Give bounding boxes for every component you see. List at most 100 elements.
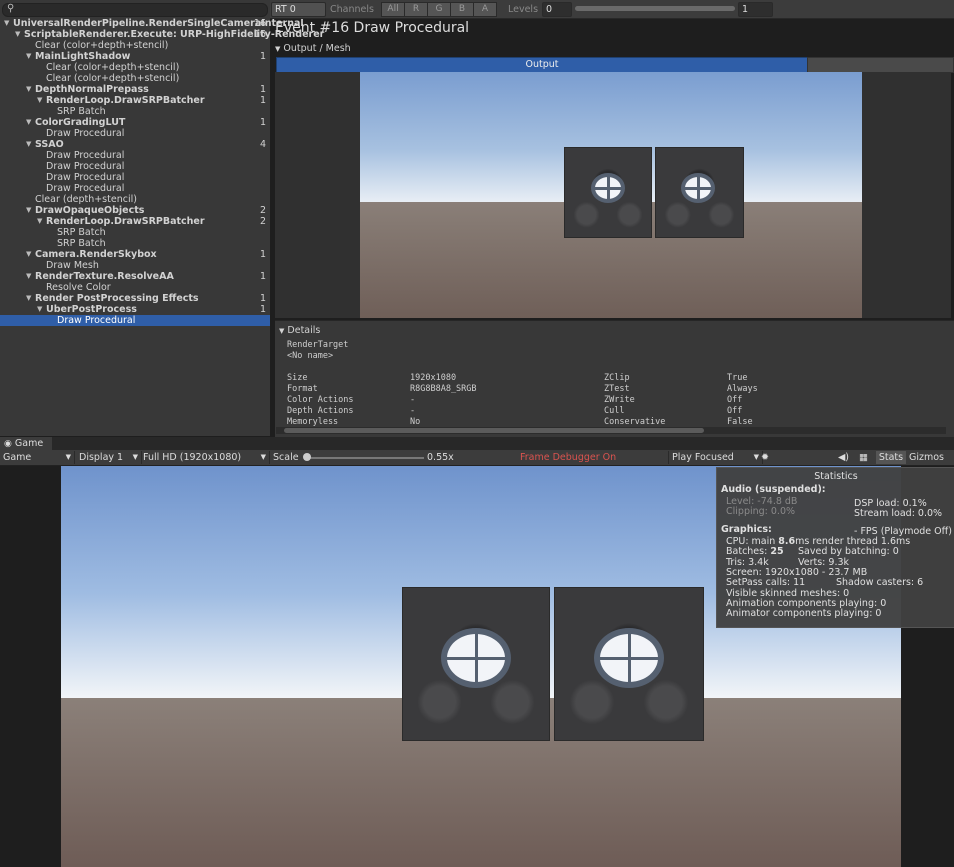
tree-search-input[interactable]: ⚲: [2, 3, 268, 17]
window-right-icon: [594, 628, 664, 688]
graphics-header: Graphics:: [721, 524, 772, 535]
chevron-down-icon: ▼: [260, 453, 266, 461]
tree-row[interactable]: ▼ RenderTexture.ResolveAA 1: [0, 271, 270, 282]
levels-max-field[interactable]: 1: [738, 2, 773, 17]
detail-key: Memoryless: [287, 417, 339, 427]
gizmos-button[interactable]: Gizmos: [909, 451, 944, 464]
chevron-down-icon[interactable]: ▼: [26, 205, 31, 216]
scale-slider[interactable]: [306, 457, 424, 459]
tree-row-count: 1: [259, 117, 266, 128]
tree-row[interactable]: ▼ Render PostProcessing Effects 1: [0, 293, 270, 304]
tree-row[interactable]: Draw Procedural: [0, 172, 270, 183]
channel-g-button[interactable]: G: [427, 2, 451, 17]
resolution-label: Full HD (1920x1080): [143, 452, 242, 463]
keyboard-icon[interactable]: ▦: [859, 451, 868, 464]
channel-r-button[interactable]: R: [404, 2, 428, 17]
tree-row[interactable]: SRP Batch: [0, 238, 270, 249]
tree-row-count: 1: [259, 293, 266, 304]
rt-dropdown[interactable]: RT 0: [271, 2, 326, 17]
resolution-dropdown[interactable]: Full HD (1920x1080) ▼: [140, 451, 270, 464]
tree-row[interactable]: Clear (color+depth+stencil): [0, 73, 270, 84]
chevron-down-icon[interactable]: ▼: [26, 249, 31, 260]
event-title: Event #16 Draw Procedural: [275, 20, 470, 36]
chevron-down-icon[interactable]: ▼: [37, 95, 42, 106]
chevron-down-icon[interactable]: ▼: [26, 293, 31, 304]
stats-button[interactable]: Stats: [876, 451, 906, 464]
detail-key: Cull: [604, 406, 625, 416]
chevron-down-icon[interactable]: ▼: [26, 271, 31, 282]
chevron-down-icon[interactable]: ▼: [4, 18, 9, 29]
channel-a-button[interactable]: A: [473, 2, 497, 17]
detail-value: True: [727, 373, 748, 383]
play-focus-dropdown[interactable]: Play Focused ▼: [668, 451, 763, 464]
detail-key: Format: [287, 384, 318, 394]
tree-row-label: Draw Procedural: [46, 128, 125, 139]
audio-clipping: Clipping: 0.0%: [726, 506, 796, 517]
game-mode-dropdown[interactable]: Game ▼: [0, 451, 75, 464]
tree-row[interactable]: Draw Mesh: [0, 260, 270, 271]
tree-row[interactable]: SRP Batch: [0, 106, 270, 117]
play-focus-label: Play Focused: [672, 452, 734, 463]
chevron-down-icon[interactable]: ▼: [26, 139, 31, 150]
tree-row[interactable]: Clear (color+depth+stencil): [0, 40, 270, 51]
tab-game[interactable]: ◉ Game: [0, 437, 52, 450]
tree-row[interactable]: ▼ UberPostProcess 1: [0, 304, 270, 315]
tree-row[interactable]: Draw Procedural: [0, 150, 270, 161]
tree-row[interactable]: ▼ ScriptableRenderer.Execute: URP-HighFid…: [0, 29, 324, 40]
details-header[interactable]: ▼ Details: [279, 325, 320, 336]
tree-row-label: RenderTexture.ResolveAA: [35, 271, 174, 282]
tree-row[interactable]: ▼ DrawOpaqueObjects 2: [0, 205, 270, 216]
tree-row-count: 1: [259, 249, 266, 260]
tree-row[interactable]: ▼ SSAO 4: [0, 139, 270, 150]
output-section-header[interactable]: ▼ Output / Mesh: [275, 43, 351, 55]
tree-row[interactable]: ▼ MainLightShadow 1: [0, 51, 270, 62]
stats-title: Statistics: [814, 471, 858, 482]
scrollbar-thumb[interactable]: [284, 428, 704, 433]
tree-row-count: 2: [259, 216, 266, 227]
tree-row[interactable]: Draw Procedural: [0, 183, 270, 194]
details-scrollbar[interactable]: [276, 427, 946, 434]
tree-row[interactable]: Resolve Color: [0, 282, 270, 293]
chevron-down-icon[interactable]: ▼: [37, 304, 42, 315]
tree-row[interactable]: Draw Procedural: [0, 161, 270, 172]
tree-row[interactable]: Clear (color+depth+stencil): [0, 62, 270, 73]
tree-row-label: Camera.RenderSkybox: [35, 249, 157, 260]
tree-row[interactable]: Clear (depth+stencil): [0, 194, 270, 205]
tree-row[interactable]: ▼ DepthNormalPrepass 1: [0, 84, 270, 95]
tree-row[interactable]: ▼ Camera.RenderSkybox 1: [0, 249, 270, 260]
detail-key: ZClip: [604, 373, 630, 383]
chevron-down-icon[interactable]: ▼: [26, 117, 31, 128]
tree-row-count: 2: [259, 205, 266, 216]
tree-row-label: Draw Mesh: [46, 260, 99, 271]
tab-output[interactable]: Output: [276, 57, 808, 73]
channel-b-button[interactable]: B: [450, 2, 474, 17]
bug-icon[interactable]: ✹: [761, 451, 769, 464]
tab-mesh[interactable]: [807, 57, 954, 73]
tree-row-label: Clear (color+depth+stencil): [35, 40, 169, 51]
tree-row[interactable]: ▼ RenderLoop.DrawSRPBatcher 1: [0, 95, 270, 106]
chevron-down-icon[interactable]: ▼: [26, 51, 31, 62]
shadow-casters: Shadow casters: 6: [836, 577, 924, 588]
tree-row[interactable]: ▼ ColorGradingLUT 1: [0, 117, 270, 128]
tree-row-label: UberPostProcess: [46, 304, 137, 315]
tree-row[interactable]: ▼ UniversalRenderPipeline.RenderSingleCam…: [0, 18, 304, 29]
tree-row[interactable]: ▼ RenderLoop.DrawSRPBatcher 2: [0, 216, 270, 227]
chevron-down-icon[interactable]: ▼: [15, 29, 20, 40]
details-header-label: Details: [287, 325, 321, 336]
tree-row-count: 1: [259, 84, 266, 95]
animator-components: Animator components playing: 0: [726, 608, 882, 619]
chevron-down-icon[interactable]: ▼: [26, 84, 31, 95]
display-dropdown[interactable]: Display 1 ▼: [76, 451, 142, 464]
levels-range-slider[interactable]: [575, 6, 735, 11]
chevron-down-icon[interactable]: ▼: [37, 216, 42, 227]
window-left-icon: [591, 173, 625, 203]
levels-min-field[interactable]: 0: [542, 2, 572, 17]
detail-key: ZTest: [604, 384, 630, 394]
tree-row[interactable]: Draw Procedural: [0, 128, 270, 139]
tree-row-count: 16: [253, 18, 266, 29]
tree-row[interactable]: Draw Procedural: [0, 315, 270, 326]
channel-all-button[interactable]: All: [381, 2, 405, 17]
scale-slider-handle[interactable]: [303, 453, 311, 461]
tree-row[interactable]: SRP Batch: [0, 227, 270, 238]
speaker-icon[interactable]: ◀): [838, 451, 849, 464]
